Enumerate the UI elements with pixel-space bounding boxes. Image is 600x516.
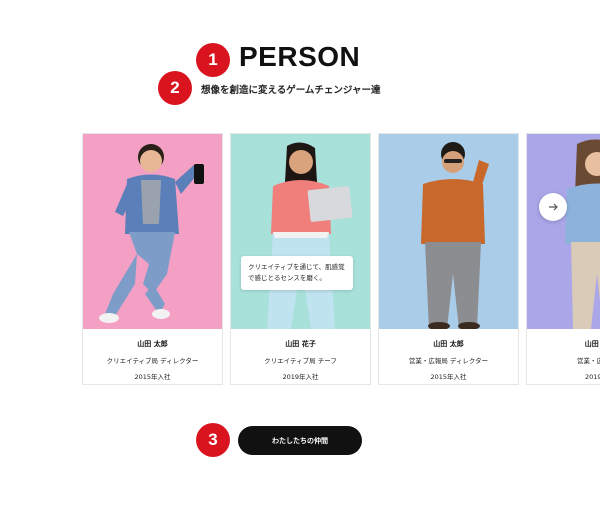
- person-year: 2015年入社: [134, 373, 171, 381]
- person-info: 山田 太郎 クリエイティブ局 ディレクター 2015年入社: [83, 329, 222, 384]
- person-department: クリエイティブ局 チーフ: [264, 357, 337, 365]
- person-carousel: 山田 太郎 クリエイティブ局 ディレクター 2015年入社 クリエイティブを通じ…: [0, 133, 600, 385]
- person-year: 2019年: [584, 373, 600, 381]
- person-name: 山田 花子: [285, 340, 316, 348]
- person-name: 山田 花: [584, 340, 600, 348]
- person-card[interactable]: 山田 太郎 クリエイティブ局 ディレクター 2015年入社: [82, 133, 223, 385]
- person-card[interactable]: 山田 花 営業・広報局 2019年: [526, 133, 600, 385]
- arrow-right-icon: [549, 203, 558, 211]
- person-quote: クリエイティブを通じて、肌感覚で感じとるセンスを磨く。: [241, 256, 353, 290]
- person-name: 山田 太郎: [137, 340, 168, 348]
- person-info: 山田 花子 クリエイティブ局 チーフ 2019年入社: [231, 329, 370, 384]
- carousel-next-button[interactable]: [539, 193, 567, 221]
- marker-3: 3: [196, 423, 230, 457]
- person-department: 営業・広報局 ディレクター: [408, 357, 489, 365]
- person-info: 山田 太郎 営業・広報局 ディレクター 2015年入社: [379, 329, 518, 384]
- person-card[interactable]: 山田 太郎 営業・広報局 ディレクター 2015年入社: [378, 133, 519, 385]
- marker-1: 1: [196, 43, 230, 77]
- person-photo: [379, 134, 518, 329]
- person-photo: [527, 134, 600, 329]
- section-subtitle: 想像を創造に変えるゲームチェンジャー達: [201, 85, 381, 96]
- person-department: 営業・広報局: [577, 357, 600, 365]
- person-department: クリエイティブ局 ディレクター: [106, 357, 199, 365]
- marker-2: 2: [158, 71, 192, 105]
- person-year: 2019年入社: [282, 373, 319, 381]
- person-card[interactable]: クリエイティブを通じて、肌感覚で感じとるセンスを磨く。 山田 花子 クリエイティ…: [230, 133, 371, 385]
- person-photo: クリエイティブを通じて、肌感覚で感じとるセンスを磨く。: [231, 134, 370, 329]
- person-name: 山田 太郎: [433, 340, 464, 348]
- section-title: PERSON: [239, 41, 361, 72]
- person-photo: [83, 134, 222, 329]
- person-info: 山田 花 営業・広報局 2019年: [527, 329, 600, 384]
- members-button[interactable]: わたしたちの仲間: [238, 426, 362, 455]
- person-year: 2015年入社: [430, 373, 467, 381]
